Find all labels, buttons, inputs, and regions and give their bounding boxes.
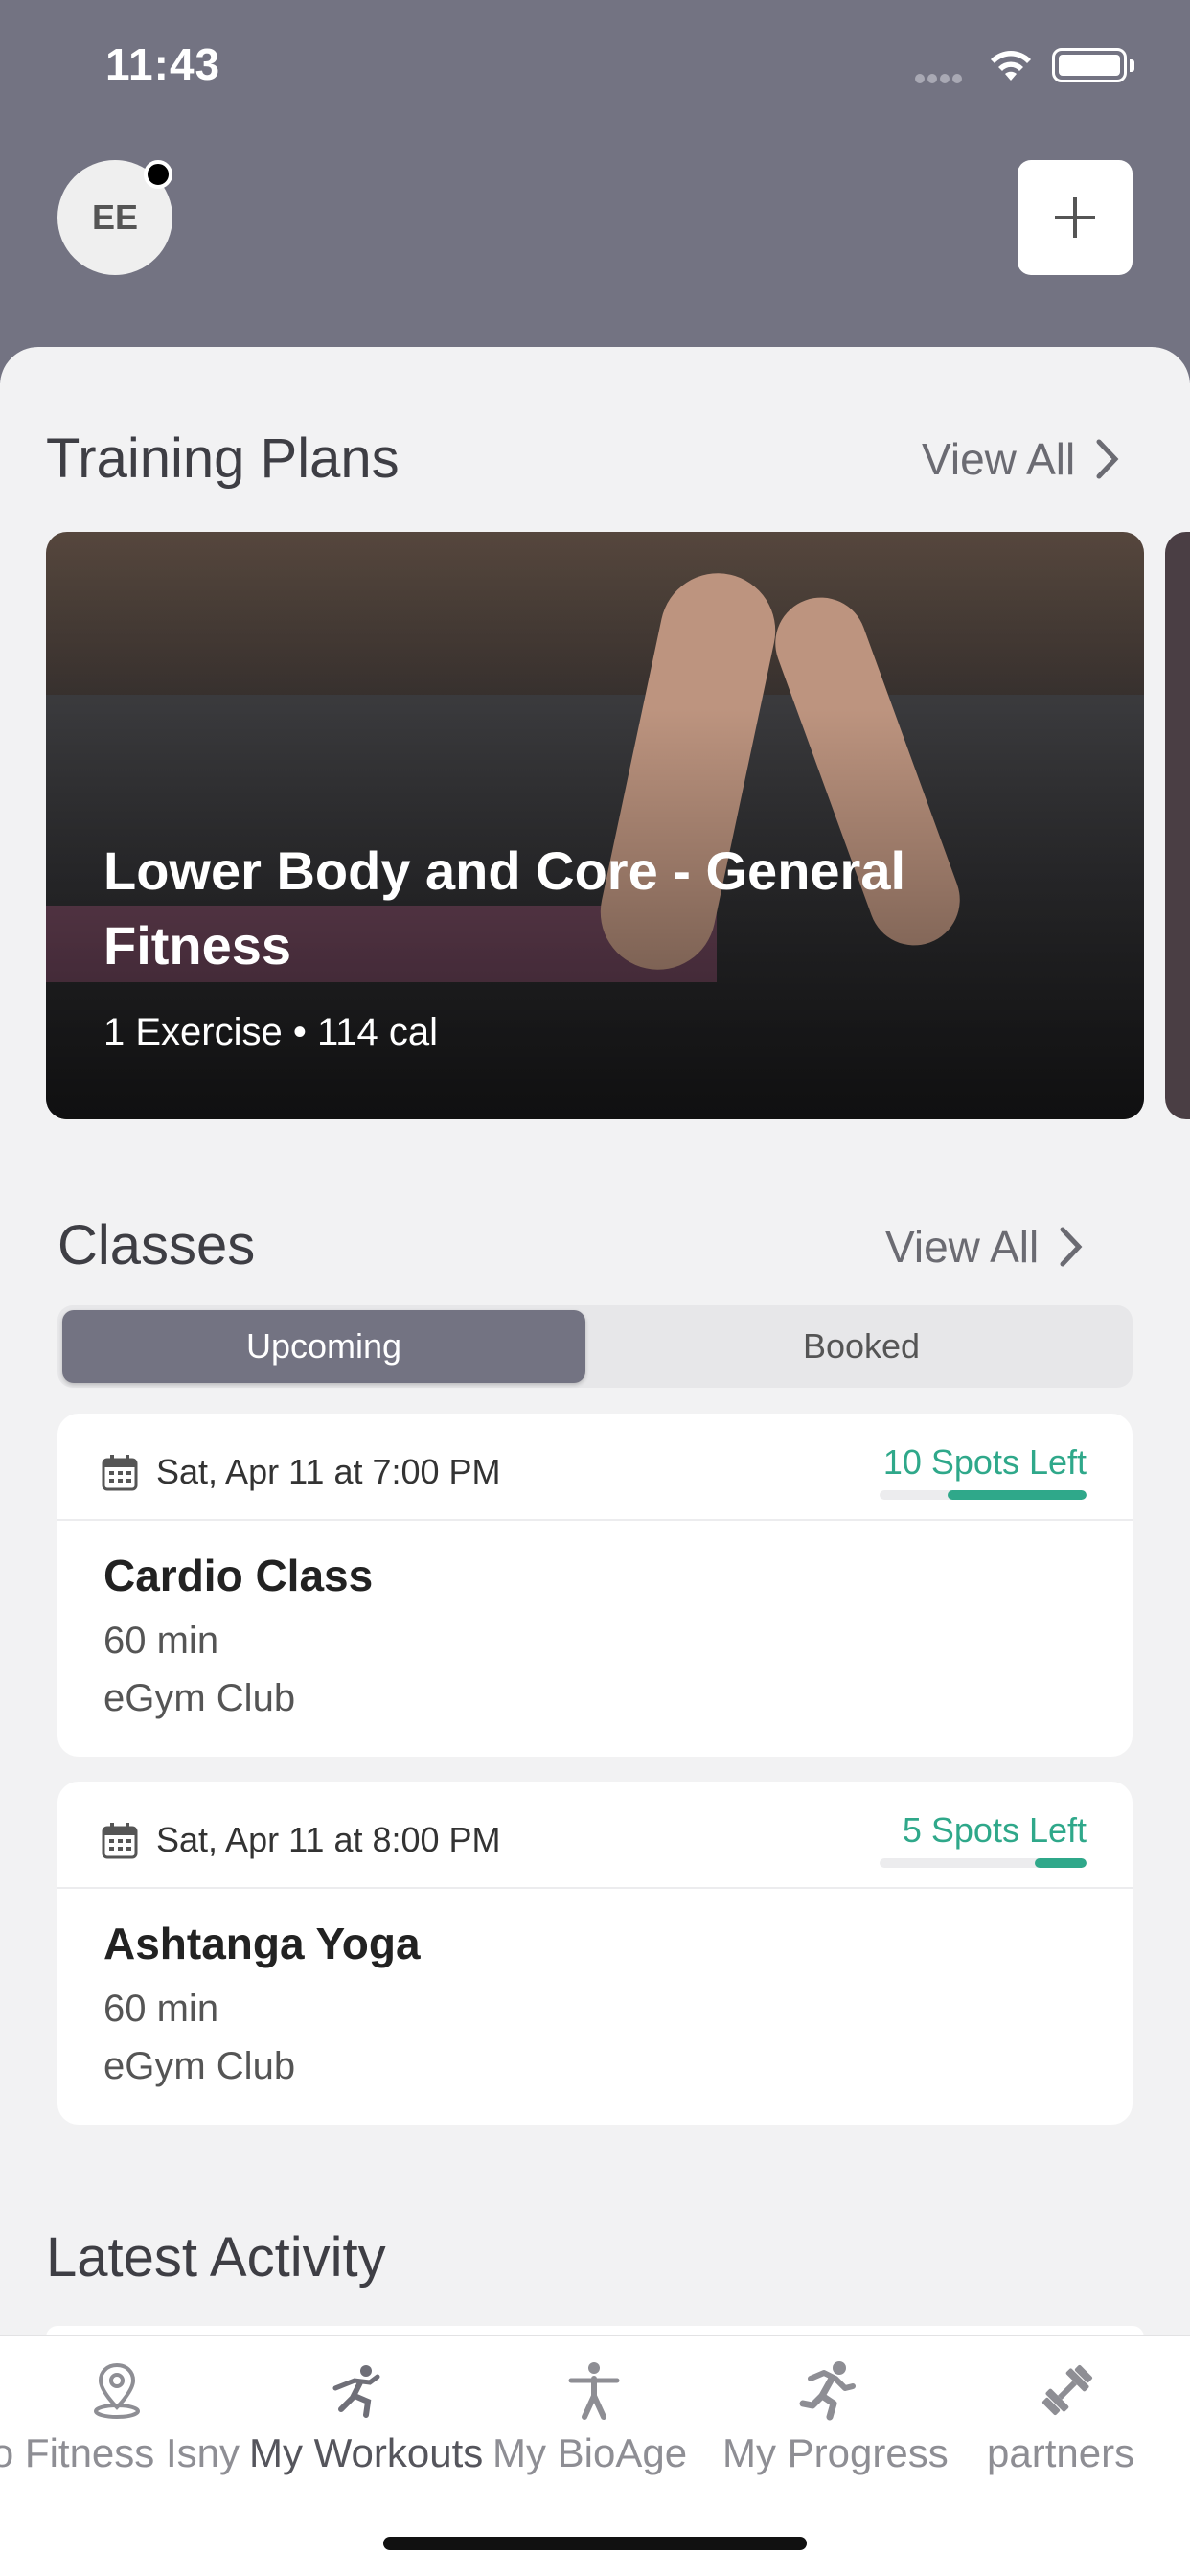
- spots-left: 10 Spots Left: [882, 1442, 1087, 1482]
- tab-label: My Workouts: [249, 2430, 484, 2475]
- spots-left: 5 Spots Left: [902, 1810, 1087, 1850]
- tab-label: Physio Fitness Isny: [0, 2430, 240, 2475]
- class-card-header: Sat, Apr 11 at 8:00 PM 5 Spots Left: [57, 1782, 1133, 1889]
- plan-title: Lower Body and Core - General Fitness: [103, 840, 906, 976]
- plan-meta: 1 Exercise • 114 cal: [103, 1011, 438, 1053]
- class-date: Sat, Apr 11 at 7:00 PM: [156, 1452, 501, 1491]
- tab-label: partners: [987, 2430, 1135, 2475]
- latest-activity-title: Latest Activity: [46, 2226, 386, 2288]
- training-plans-title: Training Plans: [46, 427, 400, 490]
- tab-label: My Progress: [722, 2430, 949, 2475]
- classes-segment-control: Upcoming Booked: [57, 1305, 1133, 1388]
- spots-progress-track: [880, 1858, 1087, 1868]
- status-time: 11:43: [105, 39, 221, 89]
- class-club: eGym Club: [103, 1677, 296, 1719]
- add-button[interactable]: [1018, 160, 1133, 275]
- view-all-label: View All: [922, 434, 1076, 484]
- class-card[interactable]: Sat, Apr 11 at 7:00 PM 10 Spots Left Car…: [57, 1414, 1133, 1757]
- class-card-header: Sat, Apr 11 at 7:00 PM 10 Spots Left: [57, 1414, 1133, 1521]
- chevron-right-icon: [1060, 1227, 1083, 1267]
- tab-partners[interactable]: partners: [977, 2336, 1190, 2499]
- battery-nub: [1130, 59, 1134, 72]
- class-name: Ashtanga Yoga: [103, 1919, 421, 1968]
- spots-progress-fill: [948, 1490, 1087, 1500]
- chevron-right-icon: [1096, 439, 1119, 479]
- tab-booked[interactable]: Booked: [595, 1310, 1128, 1383]
- workout-figure-icon: [332, 2365, 380, 2418]
- battery-icon: [1052, 48, 1127, 82]
- home-indicator[interactable]: [383, 2537, 807, 2550]
- class-duration: 60 min: [103, 1988, 219, 2030]
- avatar-initials: EE: [91, 197, 139, 237]
- class-club: eGym Club: [103, 2045, 296, 2087]
- next-plan-card-peek[interactable]: [1165, 532, 1190, 1119]
- calendar-icon: [102, 1455, 138, 1491]
- plus-icon: [1055, 197, 1095, 238]
- spots-progress-track: [880, 1490, 1087, 1500]
- class-date: Sat, Apr 11 at 8:00 PM: [156, 1820, 501, 1859]
- dumbbell-icon: [1041, 2364, 1093, 2416]
- spots-progress-fill: [1035, 1858, 1087, 1868]
- location-pin-icon: [94, 2362, 140, 2419]
- class-duration: 60 min: [103, 1620, 219, 1662]
- person-icon: [568, 2362, 620, 2420]
- training-plans-view-all[interactable]: View All: [922, 433, 1119, 485]
- classes-title: Classes: [57, 1214, 256, 1276]
- tab-upcoming[interactable]: Upcoming: [62, 1310, 585, 1383]
- tab-label: My BioAge: [492, 2430, 688, 2475]
- tab-my-workouts[interactable]: My Workouts: [249, 2336, 483, 2499]
- calendar-icon: [102, 1823, 138, 1859]
- wifi-icon: [991, 51, 1031, 80]
- tab-my-bioage[interactable]: My BioAge: [489, 2336, 699, 2499]
- app-header: 11:43 EE: [0, 0, 1190, 383]
- cellular-signal-icon: [915, 71, 971, 83]
- class-name: Cardio Class: [103, 1551, 374, 1600]
- view-all-label: View All: [885, 1222, 1040, 1272]
- tab-physio-fitness-isny[interactable]: Physio Fitness Isny: [0, 2336, 240, 2499]
- notification-dot: [144, 160, 172, 189]
- class-card[interactable]: Sat, Apr 11 at 8:00 PM 5 Spots Left Asht…: [57, 1782, 1133, 2125]
- tab-my-progress[interactable]: My Progress: [721, 2336, 950, 2499]
- classes-view-all[interactable]: View All: [885, 1221, 1083, 1273]
- training-plan-card[interactable]: Lower Body and Core - General Fitness 1 …: [46, 532, 1144, 1119]
- running-figure-icon: [799, 2361, 856, 2421]
